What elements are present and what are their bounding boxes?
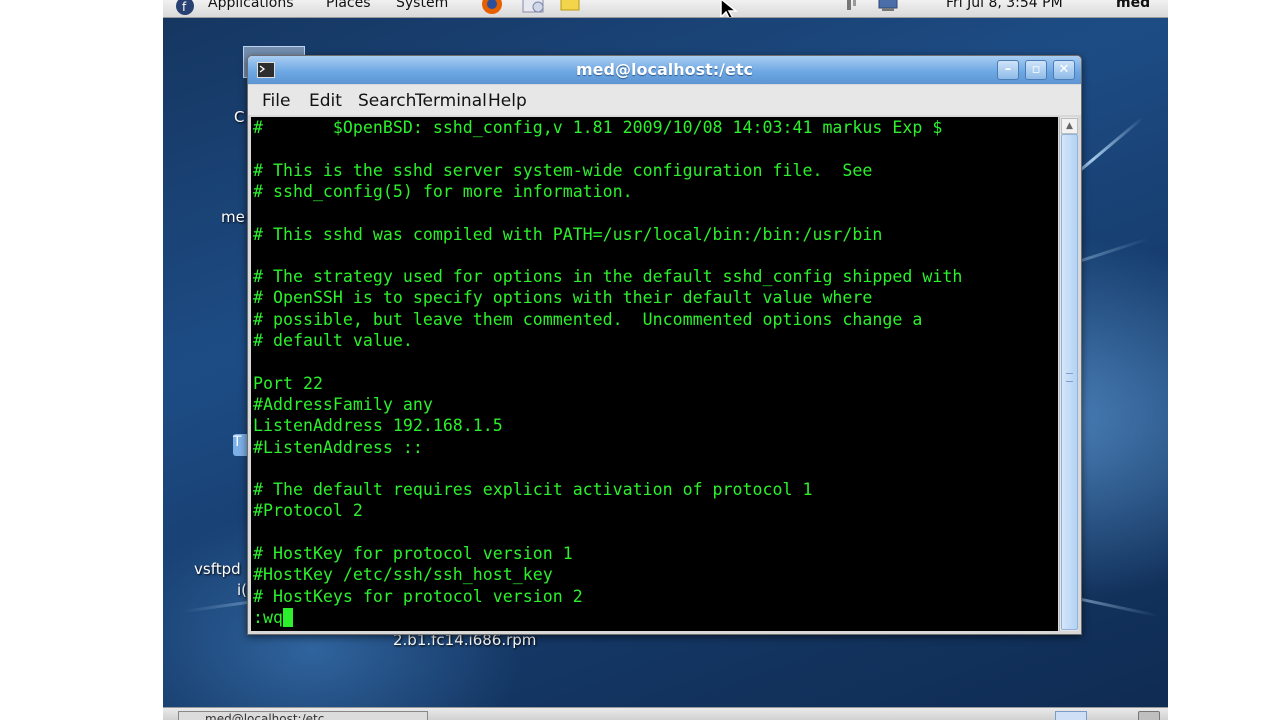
scroll-up-arrow-icon[interactable]: ▲ — [1061, 118, 1078, 134]
terminal-line: ListenAddress 192.168.1.5 — [253, 416, 503, 436]
mail-launcher-icon[interactable] — [520, 0, 548, 16]
fedora-logo-icon[interactable]: f — [175, 0, 195, 16]
desktop-label-computer[interactable]: C — [234, 108, 244, 126]
terminal-window: med@localhost:/etc – ▫ ✕ File Edit Searc… — [247, 55, 1082, 635]
terminal-line: # HostKeys for protocol version 2 — [253, 586, 583, 606]
scrollbar-thumb[interactable] — [1061, 134, 1078, 630]
terminal-screen[interactable]: # $OpenBSD: sshd_config,v 1.81 2009/10/0… — [251, 117, 1058, 631]
menu-terminal[interactable]: Help — [488, 91, 527, 111]
terminal-line: # $OpenBSD: sshd_config,v 1.81 2009/10/0… — [253, 118, 943, 137]
terminal-line: # This is the sshd server system-wide co… — [253, 160, 873, 180]
menu-places[interactable]: Places — [326, 0, 371, 11]
bottom-panel: med@localhost:/etc — [163, 707, 1168, 720]
vertical-scrollbar[interactable]: ▲ — [1059, 117, 1078, 631]
close-button[interactable]: ✕ — [1053, 60, 1075, 80]
menu-view[interactable]: Search — [358, 91, 416, 111]
network-icon[interactable] — [876, 0, 902, 16]
user-menu[interactable]: med — [1116, 0, 1150, 11]
terminal-line: #ListenAddress :: — [253, 437, 423, 457]
terminal-line: # OpenSSH is to specify options with the… — [253, 288, 873, 308]
command-line[interactable]: :wq — [253, 607, 293, 628]
terminal-line: Port 22 — [253, 373, 323, 393]
window-titlebar[interactable]: med@localhost:/etc – ▫ ✕ — [248, 56, 1081, 84]
terminal-line: # This sshd was compiled with PATH=/usr/… — [253, 224, 883, 244]
menu-applications[interactable]: Applications — [208, 0, 294, 11]
terminal-line: # sshd_config(5) for more information. — [253, 181, 633, 201]
minimize-button[interactable]: – — [997, 60, 1019, 80]
terminal-menubar: File Edit Search Terminal Help — [248, 85, 1081, 115]
terminal-line: # The strategy used for options in the d… — [253, 267, 963, 287]
menu-system[interactable]: System — [396, 0, 448, 11]
terminal-line: # HostKey for protocol version 1 — [253, 544, 573, 563]
menu-edit[interactable]: Edit — [309, 91, 342, 111]
terminal-line: #HostKey /etc/ssh/ssh_host_key — [253, 565, 553, 585]
terminal-line: # default value. — [253, 331, 413, 350]
top-panel: f Applications Places System Fri Jul 8, … — [163, 0, 1168, 18]
show-desktop-button[interactable] — [1055, 711, 1087, 720]
menu-search[interactable]: Terminal — [415, 91, 487, 111]
desktop-label-home[interactable]: me — [221, 208, 245, 226]
terminal-line: # possible, but leave them commented. Un… — [253, 309, 923, 329]
desktop-label-vsftpd[interactable]: vsftpd — [194, 560, 241, 578]
desktop-label-vsftpd-2[interactable]: i( — [237, 581, 247, 599]
scrollbar-grip — [1066, 373, 1073, 382]
terminal-line: # The default requires explicit activati… — [253, 480, 813, 500]
trash-icon[interactable] — [1138, 711, 1160, 720]
maximize-button[interactable]: ▫ — [1025, 60, 1047, 80]
mouse-pointer-icon — [720, 0, 739, 17]
firefox-launcher-icon[interactable] — [478, 0, 508, 16]
menu-file[interactable]: File — [262, 91, 290, 111]
terminal-line: #AddressFamily any — [253, 394, 433, 414]
text-cursor — [282, 607, 293, 627]
volume-icon[interactable] — [841, 0, 863, 16]
window-title: med@localhost:/etc — [576, 60, 753, 79]
terminal-line: #Protocol 2 — [253, 501, 363, 521]
taskbar-button-terminal[interactable]: med@localhost:/etc — [178, 711, 428, 720]
vim-command: :wq — [253, 607, 283, 627]
notes-launcher-icon[interactable] — [559, 0, 583, 16]
clock[interactable]: Fri Jul 8, 3:54 PM — [946, 0, 1063, 11]
